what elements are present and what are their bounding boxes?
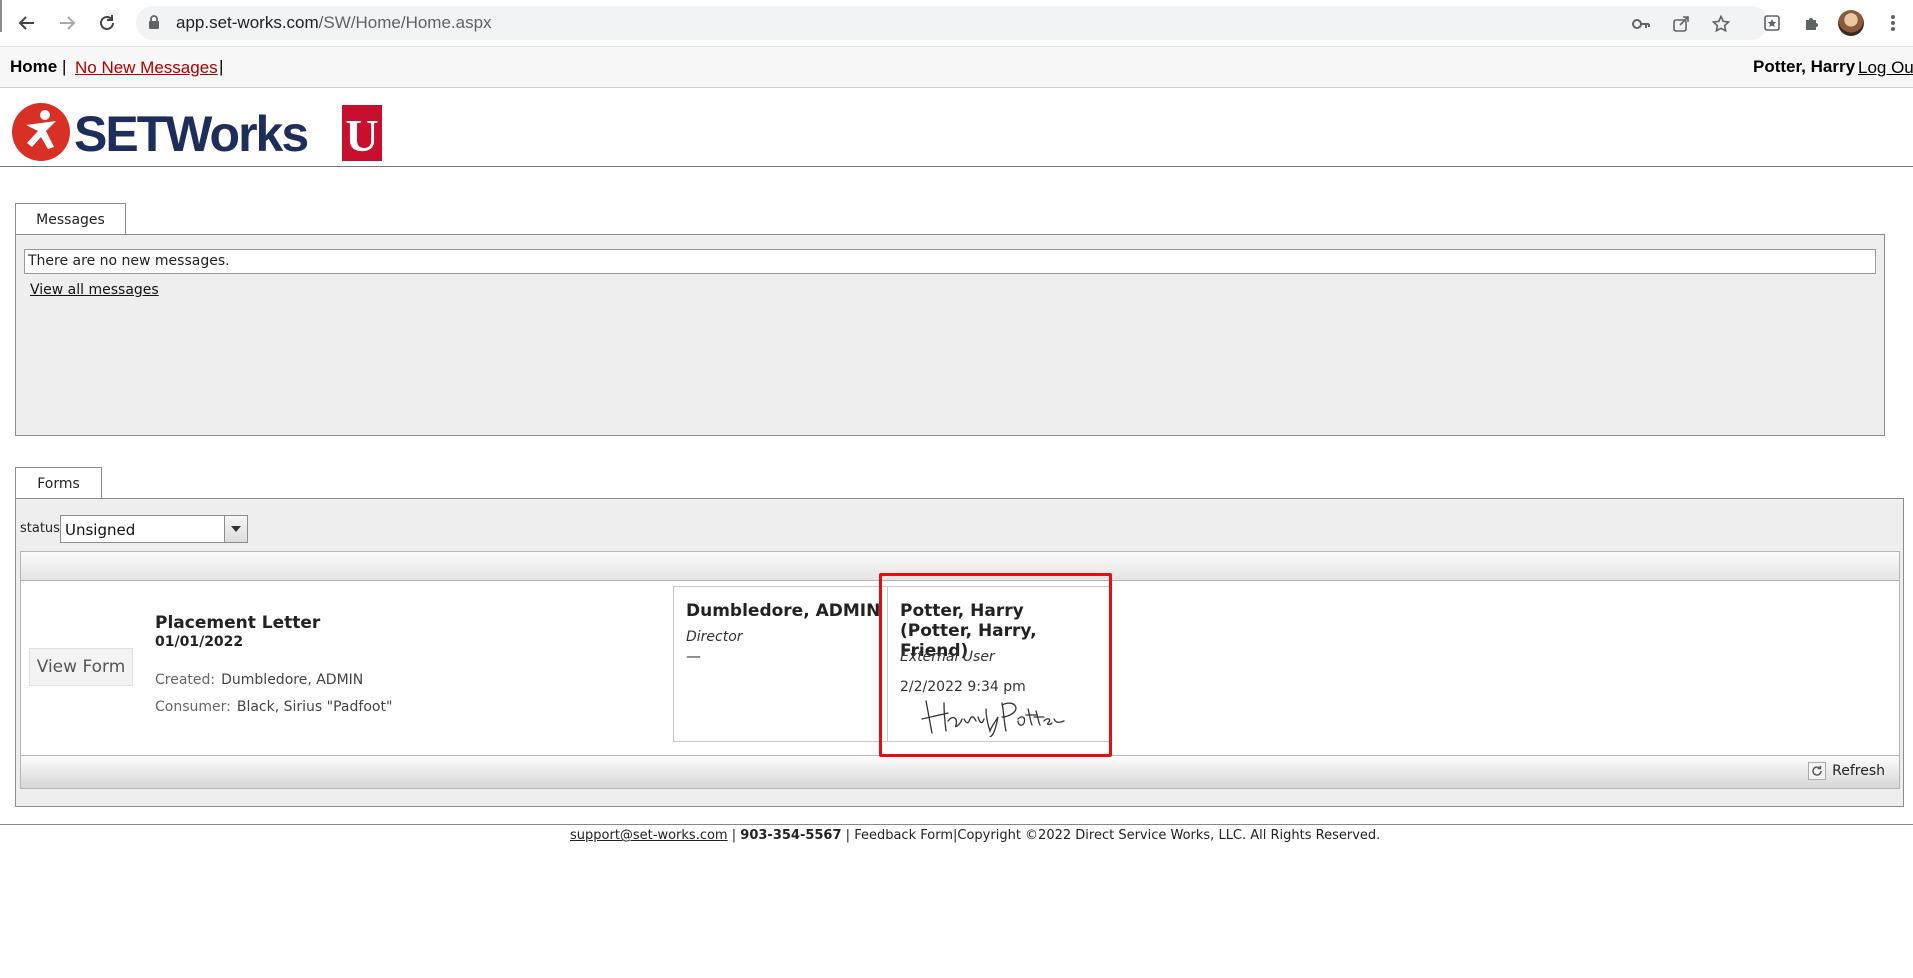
current-user-name: Potter, Harry: [1753, 57, 1856, 76]
copyright-text: Copyright ©2022 Direct Service Works, LL…: [957, 828, 1381, 843]
signer-role: Director: [686, 629, 743, 645]
header-logo-area: SETWorks U: [0, 88, 1913, 167]
unused: [0, 0, 2, 32]
key-icon[interactable]: [1630, 14, 1652, 34]
form-created: Created: Dumbledore, ADMIN: [155, 672, 364, 688]
form-date: 01/01/2022: [155, 634, 244, 650]
bookmark-star-icon[interactable]: [1710, 14, 1732, 34]
profile-avatar[interactable]: [1838, 10, 1864, 36]
nav-separator: |: [219, 57, 224, 76]
dropdown-arrow-icon[interactable]: [224, 516, 247, 542]
support-email-link[interactable]: support@set-works.com: [570, 828, 728, 843]
no-new-messages-link[interactable]: No New Messages: [75, 58, 218, 78]
logout-link[interactable]: Log Out: [1858, 58, 1913, 78]
footer-separator: |: [845, 828, 851, 843]
status-dropdown[interactable]: Unsigned: [60, 515, 248, 543]
svg-text:U: U: [345, 110, 378, 161]
highlight-box: [879, 573, 1112, 757]
forms-grid-footer: Refresh: [20, 755, 1900, 789]
browser-toolbar: app.set-works.com/SW/Home/Home.aspx: [0, 0, 1913, 47]
status-selected-value: Unsigned: [65, 521, 136, 539]
page-footer: support@set-works.com | 903-354-5567 | F…: [570, 828, 1380, 843]
url-text: app.set-works.com/SW/Home/Home.aspx: [176, 13, 492, 32]
status-label: status:: [20, 521, 65, 536]
setworks-logo[interactable]: SETWorks U: [12, 101, 384, 167]
tab-forms[interactable]: Forms: [15, 467, 102, 499]
share-icon[interactable]: [1670, 14, 1692, 34]
support-phone: 903-354-5567: [740, 828, 842, 843]
svg-text:SETWorks: SETWorks: [74, 106, 307, 162]
lock-icon: [148, 15, 160, 34]
signature-card-director: Dumbledore, ADMIN Director —: [673, 586, 895, 742]
messages-box: There are no new messages.: [24, 249, 1876, 274]
back-icon[interactable]: [12, 8, 42, 38]
form-consumer: Consumer: Black, Sirius "Padfoot": [155, 699, 393, 715]
refresh-label: Refresh: [1832, 763, 1885, 779]
refresh-button[interactable]: Refresh: [1808, 762, 1885, 780]
feedback-form-link[interactable]: Feedback Form: [854, 828, 953, 843]
messages-panel: There are no new messages. View all mess…: [15, 234, 1885, 436]
nav-separator: |: [62, 57, 67, 76]
footer-separator: |: [731, 828, 737, 843]
reading-list-icon[interactable]: [1759, 11, 1785, 35]
forward-icon[interactable]: [52, 8, 82, 38]
extensions-icon[interactable]: [1799, 11, 1825, 35]
nav-home[interactable]: Home: [10, 57, 57, 77]
tab-messages[interactable]: Messages: [15, 203, 126, 235]
app-top-nav: Home | No New Messages | Potter, Harry L…: [0, 47, 1913, 88]
view-form-button[interactable]: View Form: [29, 648, 133, 686]
form-title: Placement Letter: [155, 613, 321, 633]
reload-icon[interactable]: [92, 8, 122, 38]
address-bar[interactable]: app.set-works.com/SW/Home/Home.aspx: [136, 6, 1768, 40]
footer-divider: [0, 824, 1913, 825]
refresh-icon: [1808, 762, 1827, 780]
signer-name: Dumbledore, ADMIN: [686, 601, 881, 621]
signature-status: —: [686, 647, 701, 665]
view-all-messages-link[interactable]: View all messages: [30, 282, 159, 298]
menu-kebab-icon[interactable]: [1880, 11, 1906, 35]
